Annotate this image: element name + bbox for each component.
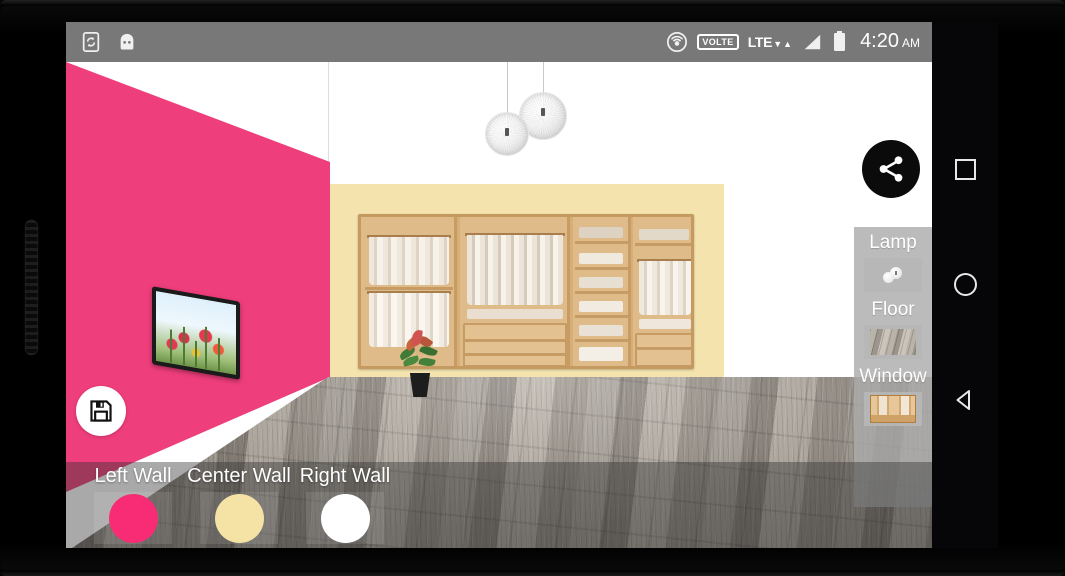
panel-label-floor: Floor xyxy=(871,299,915,320)
wall-option-right[interactable]: Right Wall xyxy=(292,462,398,544)
wall-options-list: Left Wall Center Wall Right Wall xyxy=(66,462,932,544)
window-thumbnail[interactable] xyxy=(864,392,922,426)
triangle-left-icon xyxy=(956,390,970,411)
lte-arrows: ▼ ▲ xyxy=(773,39,793,49)
lamp-bulb-2 xyxy=(505,128,509,136)
recents-button[interactable] xyxy=(950,155,980,185)
android-nav-bar xyxy=(932,22,998,548)
signal-icon xyxy=(804,34,821,50)
panel-group-lamp[interactable]: Lamp xyxy=(854,231,932,292)
wall-option-center[interactable]: Center Wall xyxy=(186,462,292,544)
room-scene[interactable]: Lamp Floor Window Left Wall Center Wall … xyxy=(66,62,932,548)
lte-down-arrow: ▼ xyxy=(773,39,783,49)
panel-group-window[interactable]: Window xyxy=(854,365,932,426)
square-icon xyxy=(954,159,976,181)
lte-label: LTE xyxy=(747,34,773,50)
tv-image[interactable] xyxy=(152,286,240,380)
wall-swatch-cell-center[interactable] xyxy=(200,492,278,544)
pendant-lamps[interactable] xyxy=(461,62,571,172)
wall-swatch-center[interactable] xyxy=(214,493,264,543)
wall-option-label-center: Center Wall xyxy=(187,465,291,487)
panel-label-lamp: Lamp xyxy=(869,232,917,253)
floor-thumbnail[interactable] xyxy=(864,325,922,359)
wall-swatch-left[interactable] xyxy=(108,493,158,543)
time-ampm: AM xyxy=(902,36,920,50)
time-value: 4:20 xyxy=(860,30,899,52)
window-thumb-icon xyxy=(870,395,916,423)
center-wall-surface[interactable] xyxy=(328,184,724,396)
share-icon xyxy=(879,156,903,182)
volte-badge: VOLTE xyxy=(697,34,739,50)
lamp-thumbnail[interactable] xyxy=(864,258,922,292)
bezel-top xyxy=(0,0,1065,6)
share-button[interactable] xyxy=(862,140,920,198)
floor-thumb-icon xyxy=(870,329,916,355)
android-head-icon xyxy=(120,33,134,50)
device-frame: Lamp Floor Window Left Wall Center Wall … xyxy=(0,0,1065,576)
status-bar-right: VOLTE LTE ▼ ▲ 4:20 AM xyxy=(666,30,920,54)
device-screen: Lamp Floor Window Left Wall Center Wall … xyxy=(66,22,932,548)
lamp-bulb-1 xyxy=(541,108,545,116)
status-bar: VOLTE LTE ▼ ▲ 4:20 AM xyxy=(66,22,932,62)
save-button[interactable] xyxy=(76,386,126,436)
status-time: 4:20 AM xyxy=(860,31,920,53)
bezel-bottom xyxy=(0,570,1065,576)
wall-swatch-right[interactable] xyxy=(320,493,370,543)
speaker-grille xyxy=(25,220,38,355)
panel-label-window: Window xyxy=(859,366,927,387)
wall-option-label-right: Right Wall xyxy=(299,465,391,487)
wall-swatch-cell-left[interactable] xyxy=(94,492,172,544)
lamp-thumb-icon xyxy=(882,266,904,284)
phone-sync-icon xyxy=(82,31,100,53)
save-floppy-icon xyxy=(90,400,112,422)
wall-option-label-left: Left Wall xyxy=(94,465,172,487)
back-button[interactable] xyxy=(950,385,980,415)
plant-pot xyxy=(409,373,431,397)
circle-icon xyxy=(953,273,977,297)
battery-icon xyxy=(834,31,846,51)
hotspot-icon xyxy=(667,31,688,53)
wall-swatch-cell-right[interactable] xyxy=(306,492,384,544)
potted-plant[interactable] xyxy=(396,327,442,397)
wall-selector-bar[interactable]: Left Wall Center Wall Right Wall xyxy=(66,462,932,548)
status-bar-left xyxy=(80,31,138,53)
home-button[interactable] xyxy=(950,270,980,300)
lte-up-arrow: ▲ xyxy=(783,39,793,49)
panel-group-floor[interactable]: Floor xyxy=(854,298,932,359)
tv-screen xyxy=(156,290,236,376)
lte-icon: LTE ▼ ▲ xyxy=(747,34,793,50)
wall-option-left[interactable]: Left Wall xyxy=(80,462,186,544)
